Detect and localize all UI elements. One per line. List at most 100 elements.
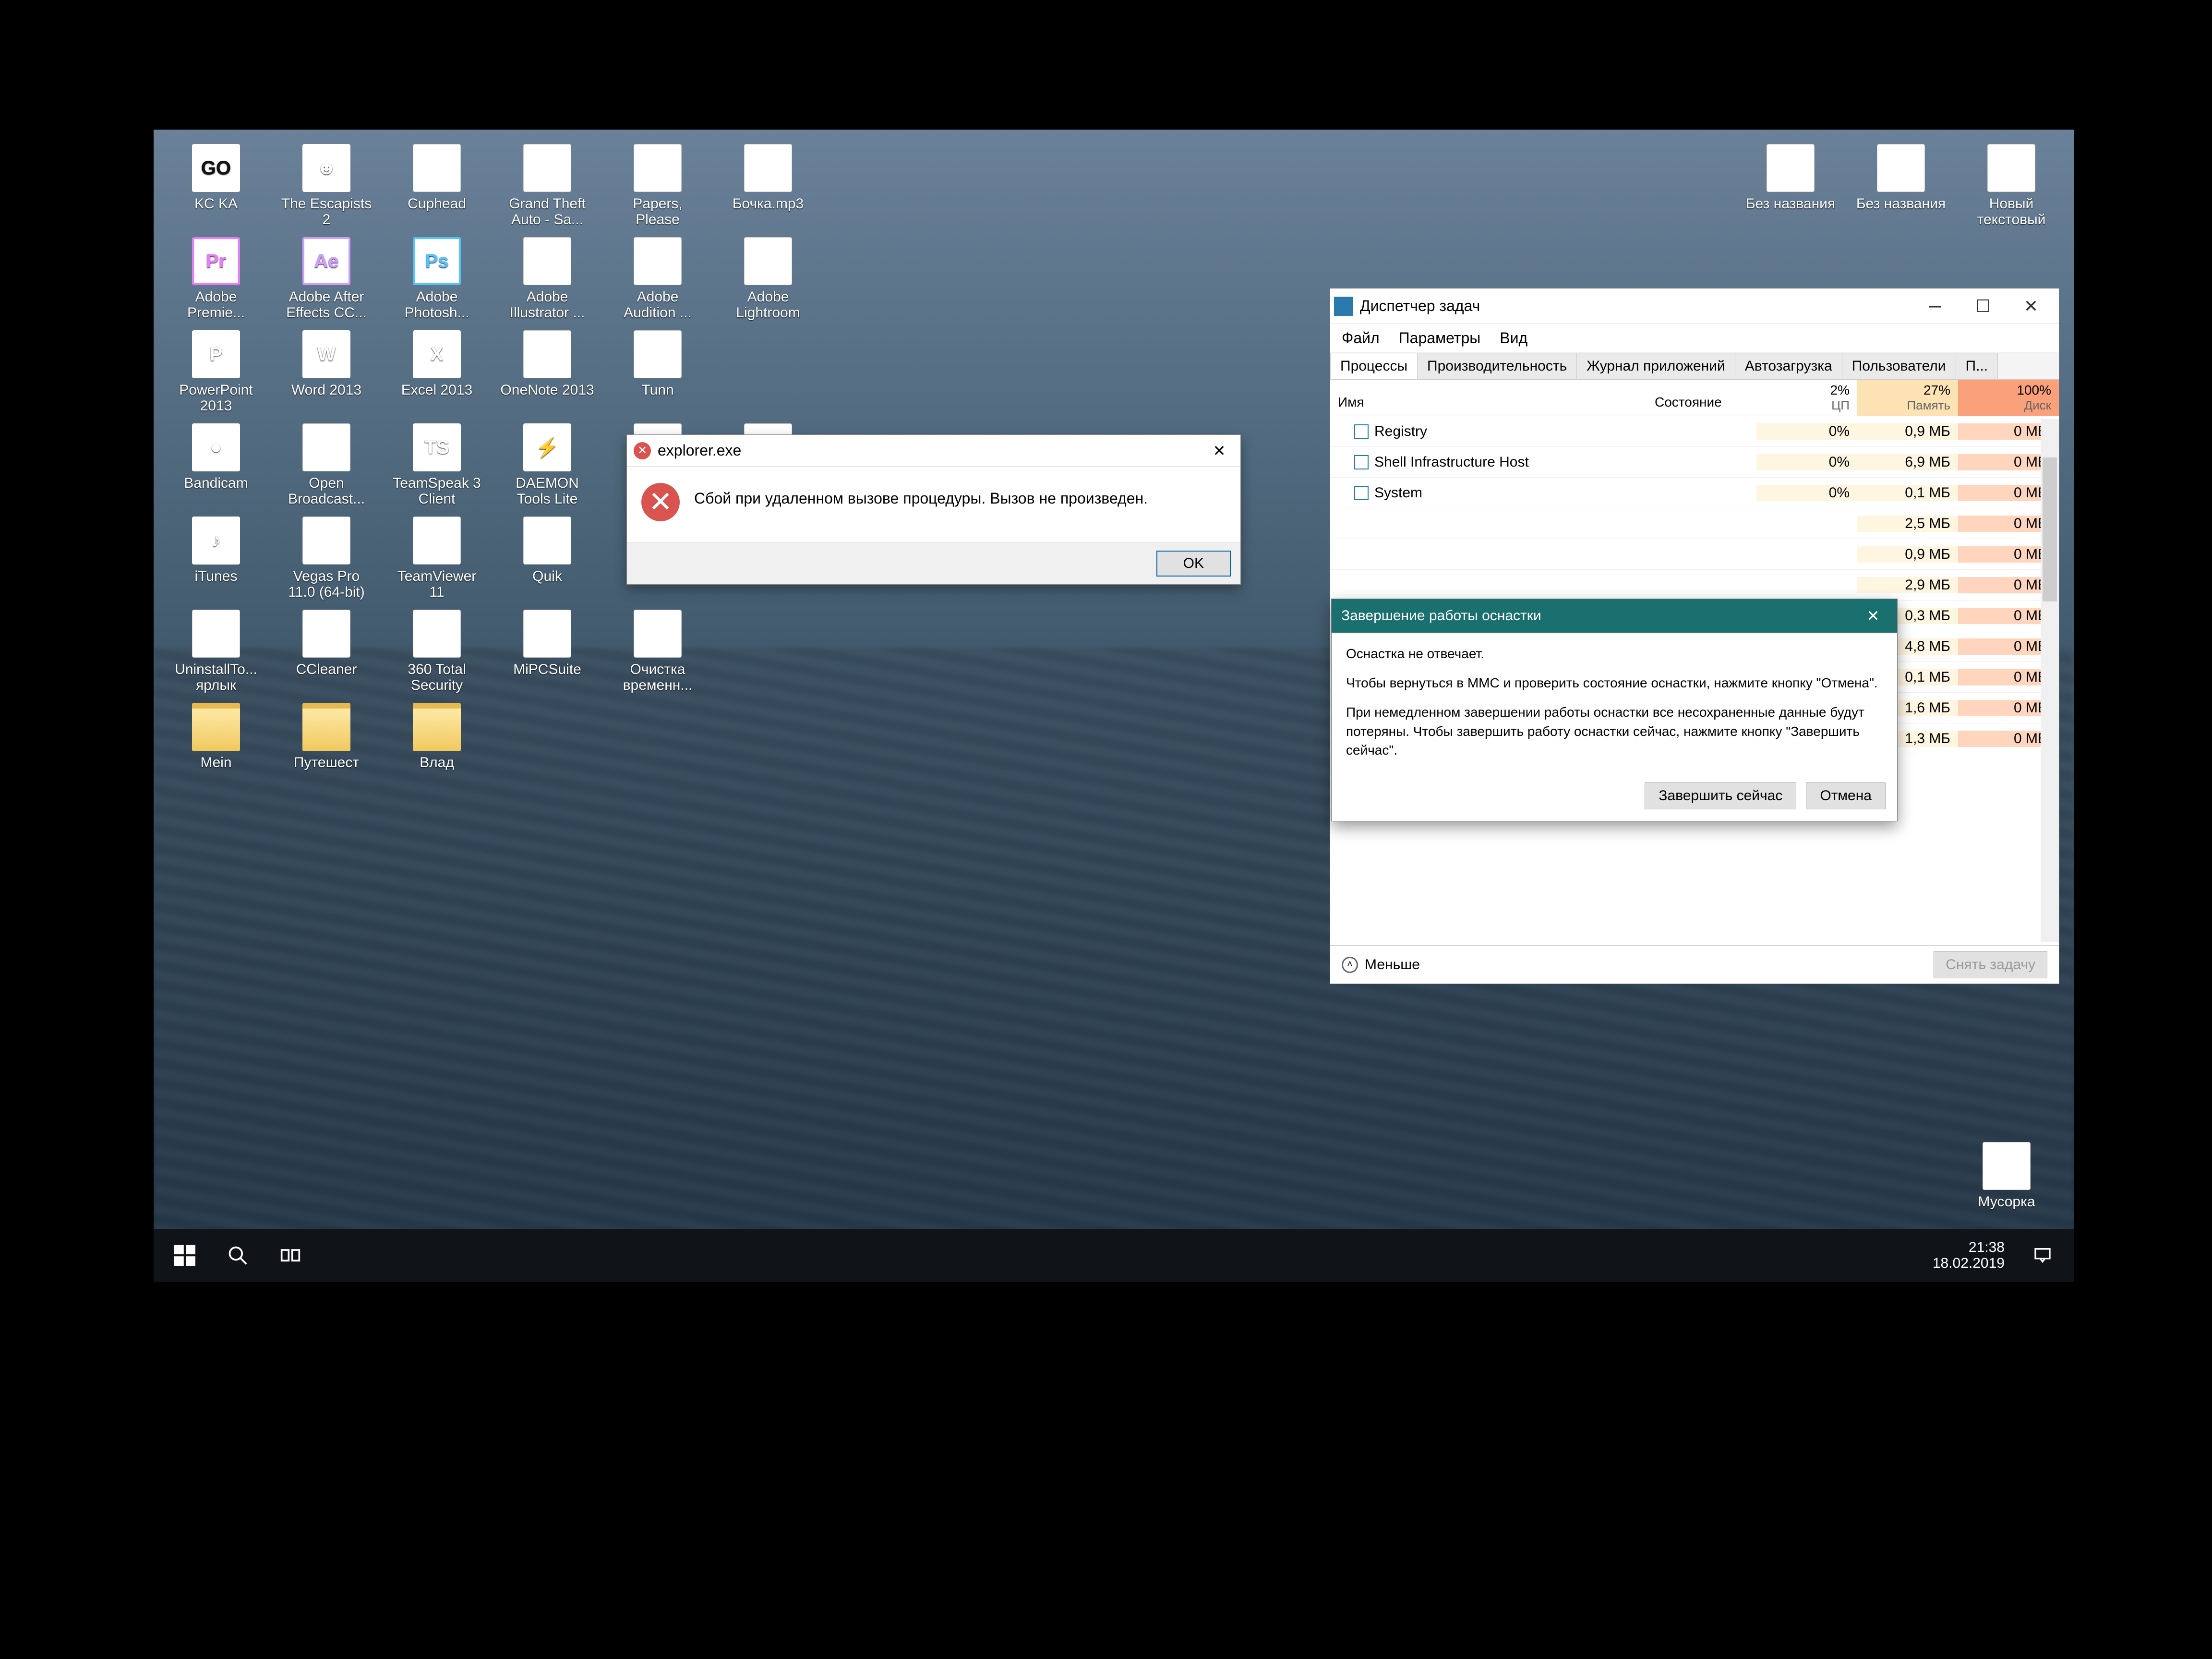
desktop-icon[interactable]: 360 Total Security xyxy=(389,610,485,693)
tab-startup[interactable]: Автозагрузка xyxy=(1735,353,1842,379)
icon-label: Путешест xyxy=(294,755,359,770)
chevron-up-icon[interactable]: ˄ xyxy=(1342,957,1358,973)
desktop-icon[interactable]: AeAdobe After Effects CC... xyxy=(278,237,374,321)
desktop-icon[interactable]: UninstallTo... ярлык xyxy=(168,610,264,693)
minimize-button[interactable]: ─ xyxy=(1911,289,1959,324)
icon-label: Bandicam xyxy=(184,475,248,491)
action-center-button[interactable] xyxy=(2016,1229,2069,1282)
header-name[interactable]: Имя xyxy=(1330,389,1651,416)
desktop-icon[interactable]: Без названия xyxy=(1853,144,1949,228)
desktop-icon[interactable]: Без названия xyxy=(1743,144,1839,228)
desktop-icon[interactable]: Grand Theft Auto - Sa... xyxy=(499,144,595,228)
header-disk[interactable]: 100%Диск xyxy=(1958,380,2059,416)
desktop-icon[interactable]: GOKC KA xyxy=(168,144,264,228)
desktop-icon-trash[interactable]: Мусорка xyxy=(1959,1142,2055,1210)
process-row[interactable]: System0%0,1 МБ0 МБ/ xyxy=(1330,478,2059,508)
tray-clock[interactable]: 21:38 18.02.2019 xyxy=(1921,1239,2016,1271)
menu-view[interactable]: Вид xyxy=(1500,329,1527,347)
process-row[interactable]: 2,9 МБ0 МБ/ xyxy=(1330,570,2059,601)
desktop-icon[interactable]: PrAdobe Premie... xyxy=(168,237,264,321)
tab-more[interactable]: П... xyxy=(1956,353,1998,379)
desktop-icon[interactable]: ☻The Escapists 2 xyxy=(278,144,374,228)
tab-app-history[interactable]: Журнал приложений xyxy=(1576,353,1735,379)
task-view-icon xyxy=(280,1245,301,1266)
desktop-icon[interactable]: Tunn xyxy=(610,330,706,414)
process-row[interactable]: 2,5 МБ0 МБ/ xyxy=(1330,508,2059,539)
desktop-icon[interactable]: Adobe Illustrator ... xyxy=(499,237,595,321)
desktop-icons-right: Без названияБез названияНовый текстовый xyxy=(1743,144,2059,228)
menu-options[interactable]: Параметры xyxy=(1399,329,1481,347)
desktop-icon[interactable]: TSTeamSpeak 3 Client xyxy=(389,423,485,507)
icon-label: Adobe Audition ... xyxy=(610,289,706,321)
dialog-titlebar[interactable]: Завершение работы оснастки ✕ xyxy=(1332,599,1897,633)
ok-button[interactable]: OK xyxy=(1156,551,1231,577)
cancel-button[interactable]: Отмена xyxy=(1806,782,1886,809)
process-row[interactable]: Shell Infrastructure Host0%6,9 МБ0 МБ/ xyxy=(1330,447,2059,478)
desktop-icon[interactable]: XExcel 2013 xyxy=(389,330,485,414)
tab-performance[interactable]: Производительность xyxy=(1417,353,1577,379)
process-row[interactable]: 0,9 МБ0 МБ/ xyxy=(1330,539,2059,570)
desktop-icon[interactable]: ⚡DAEMON Tools Lite xyxy=(499,423,595,507)
desktop-icon[interactable]: Adobe Audition ... xyxy=(610,237,706,321)
desktop-icon[interactable]: Mein xyxy=(168,703,264,770)
menu-file[interactable]: Файл xyxy=(1342,329,1380,347)
desktop-icon[interactable]: Очистка временн... xyxy=(610,610,706,693)
process-name: Registry xyxy=(1330,423,1651,440)
app-icon xyxy=(413,517,461,565)
end-now-button[interactable]: Завершить сейчас xyxy=(1645,782,1796,809)
dialog-titlebar[interactable]: ✕ explorer.exe ✕ xyxy=(627,435,1240,467)
app-icon xyxy=(302,703,350,751)
scrollbar[interactable] xyxy=(2041,419,2059,942)
tab-processes[interactable]: Процессы xyxy=(1330,353,1418,379)
app-icon xyxy=(523,237,571,285)
dialog-text-1: Оснастка не отвечает. xyxy=(1346,644,1883,663)
search-button[interactable] xyxy=(211,1229,264,1282)
desktop-icon[interactable]: Adobe Lightroom xyxy=(720,237,816,321)
desktop-icon[interactable]: Open Broadcast... xyxy=(278,423,374,507)
desktop-icon[interactable]: Бочка.mp3 xyxy=(720,144,816,228)
desktop-icon[interactable]: PPowerPoint 2013 xyxy=(168,330,264,414)
icon-label: UninstallTo... ярлык xyxy=(168,661,264,693)
start-button[interactable] xyxy=(158,1229,211,1282)
desktop-icon[interactable]: Vegas Pro 11.0 (64-bit) xyxy=(278,517,374,600)
desktop-icon[interactable]: PsAdobe Photosh... xyxy=(389,237,485,321)
desktop-icon[interactable]: Путешест xyxy=(278,703,374,770)
close-icon[interactable]: ✕ xyxy=(1205,442,1234,460)
desktop-icon[interactable]: Quik xyxy=(499,517,595,600)
process-icon xyxy=(1354,455,1369,469)
end-task-button[interactable]: Снять задачу xyxy=(1934,951,2047,978)
desktop-icon[interactable]: OneNote 2013 xyxy=(499,330,595,414)
desktop-icon[interactable]: TeamViewer 11 xyxy=(389,517,485,600)
header-state[interactable]: Состояние xyxy=(1651,389,1756,416)
app-icon xyxy=(523,517,571,565)
app-icon xyxy=(523,330,571,378)
desktop-icon[interactable]: ♪iTunes xyxy=(168,517,264,600)
task-view-button[interactable] xyxy=(264,1229,317,1282)
process-row[interactable]: Registry0%0,9 МБ0 МБ/ xyxy=(1330,416,2059,447)
desktop-icon[interactable]: ●Bandicam xyxy=(168,423,264,507)
close-icon[interactable]: ✕ xyxy=(1859,607,1887,625)
icon-label: Mein xyxy=(200,755,231,770)
desktop-icon[interactable]: Cuphead xyxy=(389,144,485,228)
fewer-details-button[interactable]: Меньше xyxy=(1365,957,1420,973)
app-icon xyxy=(413,144,461,192)
titlebar[interactable]: Диспетчер задач ─ ☐ ✕ xyxy=(1330,289,2059,324)
desktop-icon[interactable]: MiPCSuite xyxy=(499,610,595,693)
header-memory[interactable]: 27%Память xyxy=(1857,380,1958,416)
app-icon: Ps xyxy=(413,237,461,285)
close-button[interactable]: ✕ xyxy=(2007,289,2055,324)
app-icon xyxy=(744,144,792,192)
mem-value: 0,9 МБ xyxy=(1857,423,1958,440)
desktop-icon[interactable]: Новый текстовый xyxy=(1963,144,2059,228)
tab-users[interactable]: Пользователи xyxy=(1842,353,1956,379)
maximize-button[interactable]: ☐ xyxy=(1959,289,2007,324)
mem-value: 6,9 МБ xyxy=(1857,454,1958,470)
scrollbar-thumb[interactable] xyxy=(2043,457,2057,601)
app-icon: X xyxy=(413,330,461,378)
icon-label: Мусорка xyxy=(1978,1194,2035,1210)
desktop-icon[interactable]: Влад xyxy=(389,703,485,770)
desktop-icon[interactable]: Papers, Please xyxy=(610,144,706,228)
desktop-icon[interactable]: CCleaner xyxy=(278,610,374,693)
desktop-icon[interactable]: WWord 2013 xyxy=(278,330,374,414)
header-cpu[interactable]: 2%ЦП xyxy=(1756,380,1857,416)
